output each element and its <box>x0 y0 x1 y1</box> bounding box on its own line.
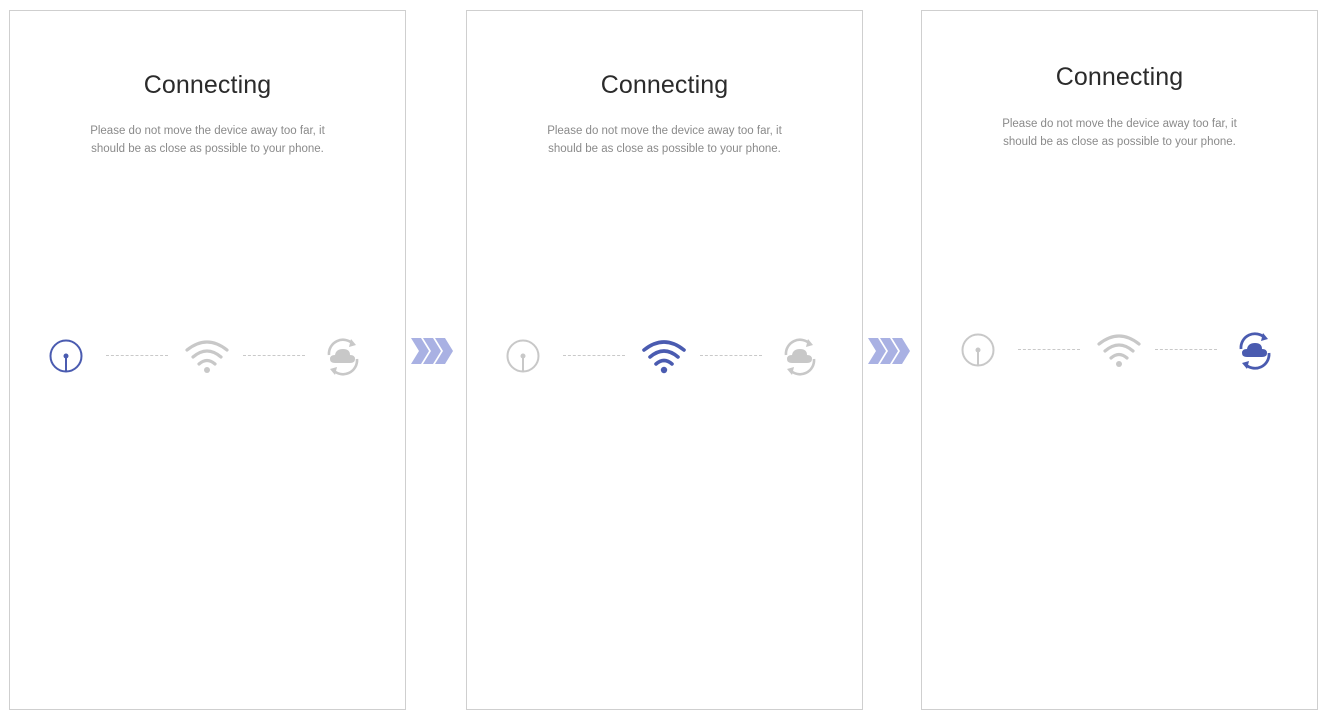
connecting-screen-step-2: Connecting Please do not move the device… <box>466 10 863 710</box>
forward-arrows-icon <box>866 335 914 372</box>
dashed-connector <box>1018 349 1080 350</box>
instruction-line-1: Please do not move the device away too f… <box>547 125 782 137</box>
device-icon <box>960 332 996 373</box>
wifi-icon <box>640 338 688 379</box>
instruction-line-1: Please do not move the device away too f… <box>90 125 325 137</box>
connection-steps <box>467 335 862 379</box>
cloud-sync-icon <box>778 335 822 384</box>
dashed-connector <box>1155 349 1217 350</box>
dashed-connector <box>563 355 625 356</box>
connecting-screen-step-1: Connecting Please do not move the device… <box>9 10 406 710</box>
connection-steps <box>922 329 1317 373</box>
instruction-line-1: Please do not move the device away too f… <box>1002 118 1237 130</box>
instruction-line-2: should be as close as possible to your p… <box>1003 136 1236 148</box>
wifi-icon <box>183 338 231 379</box>
dashed-connector <box>243 355 305 356</box>
page-title: Connecting <box>600 71 729 99</box>
device-icon <box>505 338 541 379</box>
cloud-sync-icon <box>321 335 365 384</box>
wifi-icon <box>1095 332 1143 373</box>
dashed-connector <box>106 355 168 356</box>
instruction-text: Please do not move the device away too f… <box>10 122 405 158</box>
instruction-line-2: should be as close as possible to your p… <box>91 143 324 155</box>
page-title: Connecting <box>143 71 272 99</box>
cloud-sync-icon <box>1233 329 1277 378</box>
instruction-line-2: should be as close as possible to your p… <box>548 143 781 155</box>
forward-arrows-icon <box>409 335 457 372</box>
connection-steps <box>10 335 405 379</box>
page-title: Connecting <box>1055 63 1184 91</box>
device-icon <box>48 338 84 379</box>
instruction-text: Please do not move the device away too f… <box>922 115 1317 151</box>
dashed-connector <box>700 355 762 356</box>
connecting-screen-step-3: Connecting Please do not move the device… <box>921 10 1318 710</box>
instruction-text: Please do not move the device away too f… <box>467 122 862 158</box>
